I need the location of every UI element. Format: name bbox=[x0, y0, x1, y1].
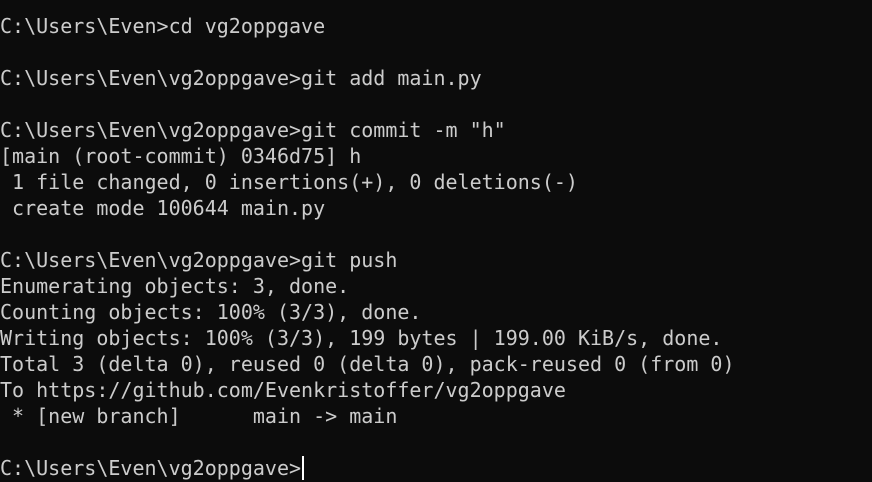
output-line-total: Total 3 (delta 0), reused 0 (delta 0), p… bbox=[0, 352, 735, 376]
output-line-commit-result: [main (root-commit) 0346d75] h bbox=[0, 144, 362, 168]
prompt-text: C:\Users\Even\vg2oppgave> bbox=[0, 456, 302, 480]
output-line-remote-url: To https://github.com/Evenkristoffer/vg2… bbox=[0, 378, 566, 402]
terminal-window[interactable]: C:\Users\Even>cd vg2oppgave C:\Users\Eve… bbox=[0, 0, 872, 482]
command-prompt-line[interactable]: C:\Users\Even\vg2oppgave> bbox=[0, 455, 872, 481]
text-cursor bbox=[302, 456, 305, 480]
output-line-counting: Counting objects: 100% (3/3), done. bbox=[0, 300, 422, 324]
output-line-git-add: C:\Users\Even\vg2oppgave>git add main.py bbox=[0, 66, 482, 90]
output-line-enumerating: Enumerating objects: 3, done. bbox=[0, 274, 350, 298]
output-line-new-branch: * [new branch] main -> main bbox=[0, 404, 398, 428]
output-line-files-changed: 1 file changed, 0 insertions(+), 0 delet… bbox=[0, 170, 578, 194]
output-line-writing: Writing objects: 100% (3/3), 199 bytes |… bbox=[0, 326, 723, 350]
output-line-git-push: C:\Users\Even\vg2oppgave>git push bbox=[0, 248, 398, 272]
output-line-create-mode: create mode 100644 main.py bbox=[0, 196, 326, 220]
output-line-cd: C:\Users\Even>cd vg2oppgave bbox=[0, 14, 326, 38]
output-line-git-commit: C:\Users\Even\vg2oppgave>git commit -m "… bbox=[0, 118, 506, 142]
